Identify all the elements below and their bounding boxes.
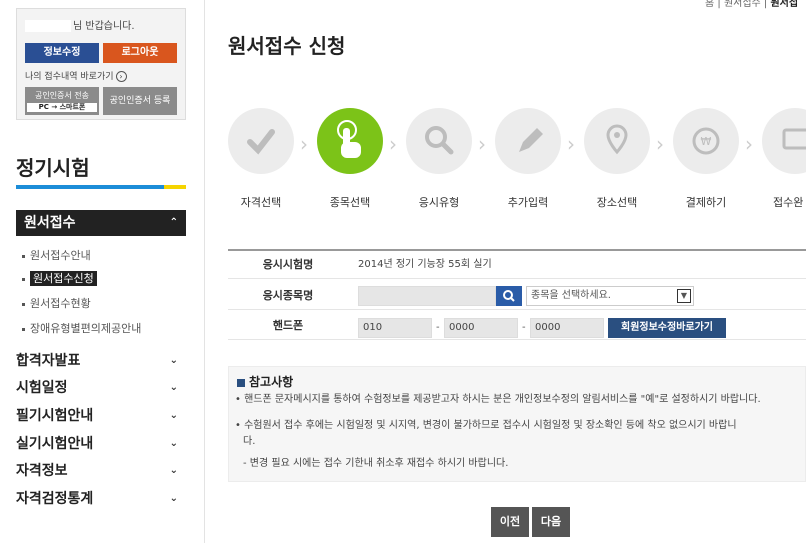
step-complete — [762, 108, 806, 174]
section-title: 정기시험 — [16, 156, 90, 180]
chevron-up-icon: ⌃ — [169, 217, 178, 228]
pencil-icon — [519, 128, 543, 152]
chevron-right-icon: › — [478, 132, 486, 156]
phone-last-input[interactable]: 0000 — [530, 318, 604, 338]
login-box: 님 반갑습니다. 정보수정 로그아웃 나의 접수내역 바로가기 › 공인인증서 전… — [16, 8, 186, 120]
sub-item-status[interactable]: 원서접수현황 — [22, 295, 91, 311]
menu-application[interactable]: 원서접수 ⌃ — [16, 210, 186, 236]
menu-written-exam[interactable]: 필기시험안내 ⌄ — [16, 405, 186, 427]
sidebar: 님 반갑습니다. 정보수정 로그아웃 나의 접수내역 바로가기 › 공인인증서 전… — [0, 0, 205, 543]
breadcrumb: 홈 | 원서접수 | 원서접 — [705, 0, 799, 9]
hand-pointer-icon — [337, 120, 361, 158]
notice-line-2: • 수험원서 접수 후에는 시험일정 및 시지역, 변경이 불가하므로 접수시 … — [235, 420, 737, 431]
menu-practical-exam[interactable]: 실기시험안내 ⌄ — [16, 433, 186, 455]
prev-button[interactable]: 이전 — [491, 507, 529, 537]
cert-register-button[interactable]: 공인인증서 등록 — [103, 87, 177, 115]
page-title: 원서접수 신청 — [228, 34, 346, 58]
greeting: 님 반갑습니다. — [25, 17, 135, 32]
chevron-down-icon: ⌄ — [169, 438, 178, 449]
search-icon — [425, 126, 454, 155]
phone-middle-input[interactable]: 0000 — [444, 318, 518, 338]
chevron-down-icon: ⌄ — [169, 410, 178, 421]
sub-item-accessibility[interactable]: 장애유형별편의제공안내 — [22, 320, 141, 336]
logout-button[interactable]: 로그아웃 — [103, 43, 177, 63]
chevron-down-icon: ⌄ — [169, 382, 178, 393]
step-type: 응시유형 — [406, 108, 472, 209]
exam-name-value: 2014년 정기 기능장 55회 실기 — [358, 259, 492, 270]
edit-info-button[interactable]: 정보수정 — [25, 43, 99, 63]
chevron-down-icon: ▼ — [677, 289, 691, 303]
won-coin-icon: ₩ — [692, 127, 720, 155]
menu-qualification[interactable]: 자격정보 ⌄ — [16, 460, 186, 482]
notice-box: 참고사항 • 핸드폰 문자메시지를 통하여 수험정보를 제공받고자 하시는 분은… — [228, 366, 806, 482]
chevron-right-icon: › — [300, 132, 308, 156]
step-additional: 추가입력 — [495, 108, 561, 209]
sub-item-apply[interactable]: 원서접수신청 — [22, 270, 97, 286]
step-location: 장소선택 — [584, 108, 650, 209]
next-button[interactable]: 다음 — [532, 507, 570, 537]
subject-select[interactable]: 종목을 선택하세요. ▼ — [526, 286, 694, 306]
row-phone: 핸드폰 010 - 0000 - 0000 회원정보수정바로가기 — [228, 312, 806, 340]
step-qualification: 자격선택 — [228, 108, 294, 209]
subject-search-button[interactable] — [496, 286, 522, 306]
arrow-right-icon: › — [115, 71, 127, 82]
step-payment: ₩ 결제하기 — [673, 108, 739, 209]
location-pin-icon — [606, 124, 628, 155]
phone-prefix-input[interactable]: 010 — [358, 318, 432, 338]
chevron-right-icon: › — [567, 132, 575, 156]
chevron-down-icon: ⌄ — [169, 493, 178, 504]
row-exam-name: 응시시험명 2014년 정기 기능장 55회 실기 — [228, 251, 806, 279]
svg-text:₩: ₩ — [701, 135, 712, 148]
chevron-down-icon: ⌄ — [169, 355, 178, 366]
step-subject: 종목선택 — [317, 108, 383, 209]
cert-transfer-button[interactable]: 공인인증서 전송 PC → 스마트폰 — [25, 87, 99, 115]
notice-bullet-icon — [237, 378, 245, 387]
search-icon — [503, 290, 515, 302]
section-divider — [16, 185, 186, 189]
sub-item-guide[interactable]: 원서접수안내 — [22, 247, 91, 263]
menu-results[interactable]: 합격자발표 ⌄ — [16, 350, 186, 372]
chevron-right-icon: › — [656, 132, 664, 156]
check-icon — [247, 129, 275, 155]
notice-line-3: - 변경 필요 시에는 접수 기한내 취소후 재접수 하시기 바랍니다. — [243, 458, 509, 469]
username-mask — [25, 20, 71, 32]
row-subject: 응시종목명 종목을 선택하세요. ▼ — [228, 282, 806, 310]
notice-line-1: • 핸드폰 문자메시지를 통하여 수험정보를 제공받고자 하시는 분은 개인정보… — [235, 394, 761, 405]
my-application-shortcut[interactable]: 나의 접수내역 바로가기 › — [25, 69, 127, 82]
menu-statistics[interactable]: 자격검정통계 ⌄ — [16, 488, 186, 510]
chevron-right-icon: › — [389, 132, 397, 156]
menu-schedule[interactable]: 시험일정 ⌄ — [16, 377, 186, 399]
notice-line-2b: 다. — [243, 436, 256, 447]
chevron-down-icon: ⌄ — [169, 465, 178, 476]
ok-document-icon — [782, 128, 806, 150]
member-info-edit-button[interactable]: 회원정보수정바로가기 — [608, 318, 726, 338]
chevron-right-icon: › — [745, 132, 753, 156]
notice-title: 참고사항 — [237, 373, 293, 390]
subject-search-input[interactable] — [358, 286, 496, 306]
step-complete-label: 접수완 — [773, 196, 804, 209]
